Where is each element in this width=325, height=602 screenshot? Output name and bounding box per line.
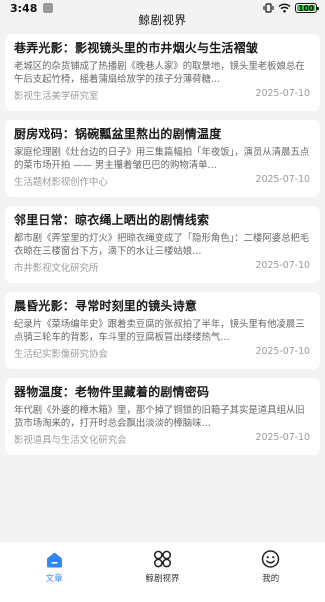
bottom-tab-bar: 文章 鲸剧视界 我的 bbox=[0, 542, 325, 602]
article-card[interactable]: 晨昏光影：寻常时刻里的镜头诗意 纪录片《菜场编年史》跟着卖豆腐的张叔拍了半年，镜… bbox=[5, 292, 320, 369]
article-title: 器物温度：老物件里藏着的剧情密码 bbox=[14, 385, 210, 399]
article-source: 生活题材影视创作中心 bbox=[14, 177, 108, 188]
article-summary: 纪录片《菜场编年史》跟着卖豆腐的张叔拍了半年，镜头里有他凌晨三点骑三轮车的背影，… bbox=[14, 319, 305, 343]
battery-level: 100 bbox=[298, 3, 314, 13]
article-summary: 家庭伦理剧《灶台边的日子》用三集篇幅拍「年夜饭」，演员从清晨五点的菜市场开拍 —… bbox=[14, 147, 310, 171]
home-icon bbox=[44, 550, 64, 568]
article-date: 2025-07-10 bbox=[255, 432, 310, 443]
tab-label: 鲸剧视界 bbox=[145, 574, 180, 584]
article-meta: 影视生活美学研究室 2025-07-10 bbox=[14, 88, 310, 102]
tab-label: 文章 bbox=[45, 574, 63, 584]
article-date: 2025-07-10 bbox=[255, 346, 310, 357]
article-meta: 生活纪实影像研究协会 2025-07-10 bbox=[14, 346, 310, 360]
article-source: 生活纪实影像研究协会 bbox=[14, 349, 108, 360]
page-title: 鲸剧视界 bbox=[138, 13, 187, 27]
article-date: 2025-07-10 bbox=[255, 174, 310, 185]
article-title: 晨昏光影：寻常时刻里的镜头诗意 bbox=[14, 299, 198, 313]
clover-grid-icon bbox=[152, 550, 172, 568]
tab-profile[interactable]: 我的 bbox=[226, 550, 316, 584]
smiley-face-icon bbox=[261, 550, 281, 568]
battery-icon: 100 bbox=[295, 3, 319, 13]
article-source: 影视道具与生活文化研究会 bbox=[14, 435, 127, 446]
tab-drama-world[interactable]: 鲸剧视界 bbox=[117, 550, 207, 584]
article-summary: 都市剧《弄堂里的灯火》把晾衣绳变成了「隐形角色」：二楼阿婆总把毛衣晾在三楼窗台下… bbox=[14, 233, 310, 257]
article-source: 影视生活美学研究室 bbox=[14, 91, 99, 102]
article-meta: 生活题材影视创作中心 2025-07-10 bbox=[14, 174, 310, 188]
tab-articles[interactable]: 文章 bbox=[9, 550, 99, 584]
article-summary: 老城区的杂货铺成了热播剧《晚巷人家》的取景地，镜头里老板娘总在午后支起竹椅，摇着… bbox=[14, 61, 305, 85]
article-meta: 市井影视文化研究所 2025-07-10 bbox=[14, 260, 310, 274]
article-date: 2025-07-10 bbox=[255, 260, 310, 271]
article-title: 厨房戏码：锅碗瓢盆里熬出的剧情温度 bbox=[14, 127, 222, 141]
article-card[interactable]: 器物温度：老物件里藏着的剧情密码 年代剧《外婆的樟木箱》里，那个掉了铜锁的旧箱子… bbox=[5, 378, 320, 455]
article-source: 市井影视文化研究所 bbox=[14, 263, 99, 274]
article-title: 邻里日常：晾衣绳上晒出的剧情线索 bbox=[14, 213, 210, 227]
article-card[interactable]: 厨房戏码：锅碗瓢盆里熬出的剧情温度 家庭伦理剧《灶台边的日子》用三集篇幅拍「年夜… bbox=[5, 120, 320, 197]
article-meta: 影视道具与生活文化研究会 2025-07-10 bbox=[14, 432, 310, 446]
article-summary: 年代剧《外婆的樟木箱》里，那个掉了铜锁的旧箱子其实是道具组从旧货市场淘来的，打开… bbox=[14, 405, 305, 429]
article-title: 巷弄光影：影视镜头里的市井烟火与生活褶皱 bbox=[14, 41, 259, 55]
article-feed: 巷弄光影：影视镜头里的市井烟火与生活褶皱 老城区的杂货铺成了热播剧《晚巷人家》的… bbox=[5, 34, 320, 464]
article-date: 2025-07-10 bbox=[255, 88, 310, 99]
article-card[interactable]: 邻里日常：晾衣绳上晒出的剧情线索 都市剧《弄堂里的灯火》把晾衣绳变成了「隐形角色… bbox=[5, 206, 320, 283]
article-card[interactable]: 巷弄光影：影视镜头里的市井烟火与生活褶皱 老城区的杂货铺成了热播剧《晚巷人家》的… bbox=[5, 34, 320, 111]
tab-label: 我的 bbox=[262, 574, 280, 584]
